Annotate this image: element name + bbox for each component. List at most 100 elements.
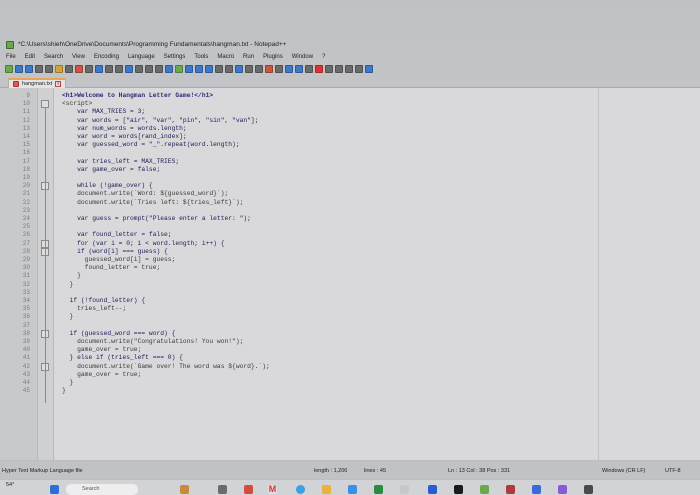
language-icon[interactable] (215, 65, 223, 73)
code-line[interactable]: var word = words[rand_index]; (62, 133, 187, 140)
extra-1-icon[interactable] (325, 65, 333, 73)
app-icon[interactable] (400, 485, 409, 494)
code-line[interactable]: game_over = true; (62, 371, 141, 378)
extra-4-icon[interactable] (355, 65, 363, 73)
notepadpp-taskbar-icon[interactable] (480, 485, 489, 494)
office-icon[interactable] (244, 485, 253, 494)
fold-toggle-icon[interactable] (41, 100, 49, 109)
code-line[interactable]: document.write(`Tries left: ${tries_left… (62, 199, 243, 206)
extra-5-icon[interactable] (365, 65, 373, 73)
find-icon[interactable] (125, 65, 133, 73)
code-line[interactable]: if (guessed_word === word) { (62, 330, 176, 337)
open-file-icon[interactable] (15, 65, 23, 73)
store-icon[interactable] (348, 485, 357, 494)
code-line[interactable]: while (!game_over) { (62, 182, 153, 189)
code-line[interactable]: } (62, 379, 74, 386)
code-line[interactable]: var guessed_word = "_".repeat(word.lengt… (62, 141, 240, 148)
save-icon[interactable] (25, 65, 33, 73)
code-line[interactable]: for (var i = 0; i < word.length; i++) { (62, 240, 224, 247)
function-list-icon[interactable] (225, 65, 233, 73)
code-line[interactable]: var words = ["air", "var", "pin", "sin",… (62, 117, 258, 124)
save-macro-icon[interactable] (305, 65, 313, 73)
code-line[interactable]: game_over = true; (62, 346, 141, 353)
undo-icon[interactable] (105, 65, 113, 73)
menu-item-search[interactable]: Search (44, 54, 63, 60)
windows-start-icon[interactable] (50, 485, 59, 494)
outlook-icon[interactable] (532, 485, 541, 494)
task-view-icon[interactable] (218, 485, 227, 494)
close-tab-icon[interactable]: x (55, 81, 62, 87)
word-wrap-icon[interactable] (185, 65, 193, 73)
code-line[interactable]: var guess = prompt("Please enter a lette… (62, 215, 251, 222)
status-encoding[interactable]: UTF-8 (665, 468, 681, 474)
code-line[interactable]: var tries_left = MAX_TRIES; (62, 158, 179, 165)
taskbar-search-input[interactable]: Search (66, 484, 138, 495)
zoom-out-icon[interactable] (155, 65, 163, 73)
code-line[interactable]: document.write(`Word: ${guessed_word}`); (62, 190, 228, 197)
widget-icon[interactable] (180, 485, 189, 494)
terminal-icon[interactable] (454, 485, 463, 494)
menu-item-plugins[interactable]: Plugins (263, 54, 283, 60)
code-line[interactable]: if (word[i] === guess) { (62, 248, 168, 255)
menu-item-settings[interactable]: Settings (164, 54, 186, 60)
sync-horizontal-icon[interactable] (175, 65, 183, 73)
menu-item-window[interactable]: Window (292, 54, 313, 60)
stop-macro-icon[interactable] (275, 65, 283, 73)
code-line[interactable]: } else if (tries_left === 0) { (62, 354, 183, 361)
menu-item-tools[interactable]: Tools (194, 54, 208, 60)
close-all-icon[interactable] (55, 65, 63, 73)
code-line[interactable]: found_letter = true; (62, 264, 161, 271)
extra-2-icon[interactable] (335, 65, 343, 73)
system-tray-icon[interactable] (584, 485, 593, 494)
monitoring-icon[interactable] (255, 65, 263, 73)
menu-item-run[interactable]: Run (243, 54, 254, 60)
print-icon[interactable] (65, 65, 73, 73)
doc-map-icon[interactable] (235, 65, 243, 73)
menu-item-view[interactable]: View (72, 54, 85, 60)
status-eol[interactable]: Windows (CR LF) (602, 468, 645, 474)
menu-item-language[interactable]: Language (128, 54, 155, 60)
replace-icon[interactable] (135, 65, 143, 73)
show-all-chars-icon[interactable] (195, 65, 203, 73)
tab-hangman[interactable]: hangman.txt x (8, 78, 67, 88)
extra-3-icon[interactable] (345, 65, 353, 73)
play-macro-icon[interactable] (285, 65, 293, 73)
sync-vertical-icon[interactable] (165, 65, 173, 73)
file-explorer-icon[interactable] (322, 485, 331, 494)
new-file-icon[interactable] (5, 65, 13, 73)
run-macro-multiple-icon[interactable] (295, 65, 303, 73)
code-line[interactable]: var game_over = false; (62, 166, 160, 173)
zoom-in-icon[interactable] (145, 65, 153, 73)
folder-workspace-icon[interactable] (245, 65, 253, 73)
cut-icon[interactable] (75, 65, 83, 73)
menu-item-encoding[interactable]: Encoding (94, 54, 119, 60)
word-icon[interactable] (428, 485, 437, 494)
code-line[interactable]: document.write(`Game over! The word was … (62, 363, 270, 370)
redo-icon[interactable] (115, 65, 123, 73)
menu-item-help[interactable]: ? (322, 54, 325, 60)
menu-item-file[interactable]: File (6, 54, 16, 60)
code-line[interactable]: } (62, 281, 74, 288)
code-line[interactable]: } (62, 272, 81, 279)
code-line[interactable]: var MAX_TRIES = 3; (62, 108, 145, 115)
gmail-icon[interactable]: M (268, 485, 277, 494)
menu-item-edit[interactable]: Edit (25, 54, 35, 60)
menu-item-macro[interactable]: Macro (217, 54, 234, 60)
paste-icon[interactable] (95, 65, 103, 73)
code-line[interactable]: guessed_word[i] = guess; (62, 256, 176, 263)
code-line[interactable]: <h1>Welcome to Hangman Letter Game!</h1> (62, 92, 213, 99)
teams-icon[interactable] (558, 485, 567, 494)
code-line[interactable]: } (62, 313, 74, 320)
close-icon[interactable] (45, 65, 53, 73)
weather-temperature[interactable]: 54° (6, 482, 14, 488)
code-line[interactable]: <script> (62, 100, 92, 107)
record-macro-icon[interactable] (265, 65, 273, 73)
spell-check-icon[interactable] (315, 65, 323, 73)
editor-area[interactable]: 9 <h1>Welcome to Hangman Letter Game!</h1… (0, 88, 700, 460)
copy-icon[interactable] (85, 65, 93, 73)
code-line[interactable]: if (!found_letter) { (62, 297, 146, 304)
indent-guide-icon[interactable] (205, 65, 213, 73)
excel-icon[interactable] (374, 485, 383, 494)
edge-browser-icon[interactable] (296, 485, 305, 494)
code-line[interactable]: var found_letter = false; (62, 231, 171, 238)
